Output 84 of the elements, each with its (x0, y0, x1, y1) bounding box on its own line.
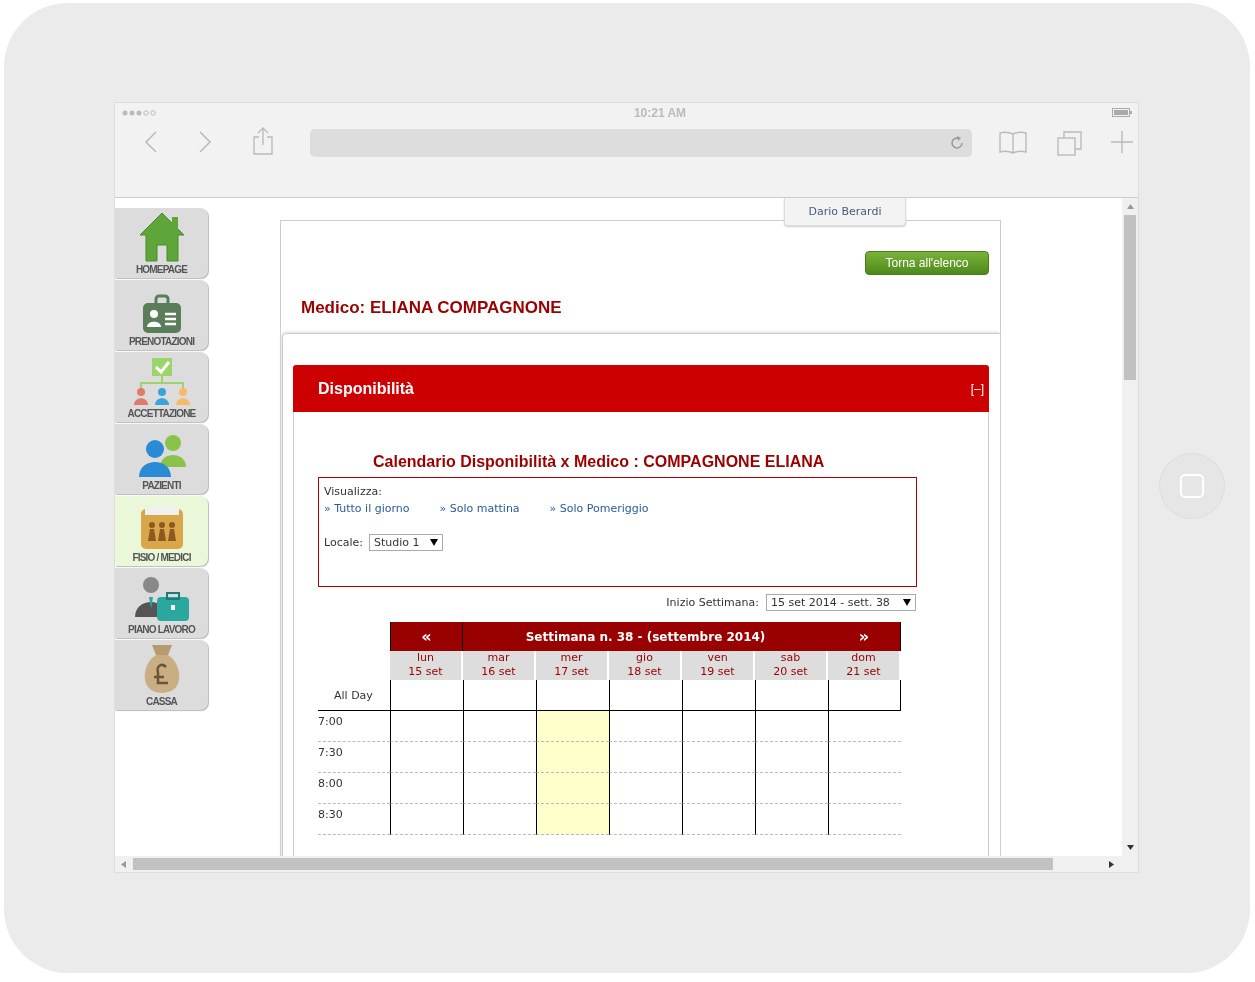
view-option-link[interactable]: » Tutto il giorno (324, 502, 410, 515)
share-icon[interactable] (252, 126, 274, 155)
time-label: 8:30 (318, 804, 390, 835)
sidebar-item[interactable]: FISIO / MEDICI (115, 496, 208, 566)
time-slot-cell[interactable] (682, 711, 755, 742)
user-tab[interactable]: Dario Berardi (784, 198, 906, 226)
battery-icon (1112, 108, 1132, 118)
time-label: 7:30 (318, 742, 390, 773)
day-header: mer 17 set (536, 651, 609, 680)
time-slot-cell[interactable] (536, 742, 609, 773)
person-briefcase-icon (132, 575, 191, 623)
time-slot-cell[interactable] (682, 804, 755, 835)
time-slot-cell[interactable] (755, 711, 828, 742)
house-icon (137, 211, 186, 263)
scroll-left-icon[interactable] (121, 860, 126, 868)
time-slot-cell[interactable] (609, 711, 682, 742)
view-option-link[interactable]: » Solo Pomeriggio (549, 502, 649, 515)
vertical-scrollbar[interactable] (1122, 198, 1138, 856)
time-slot-cell[interactable] (536, 804, 609, 835)
week-start-label: Inizio Settimana: (666, 596, 759, 609)
scroll-thumb[interactable] (133, 858, 1053, 870)
week-title: Settimana n. 38 - (settembre 2014) (463, 622, 828, 651)
time-slot-cell[interactable] (828, 711, 901, 742)
panel-title: Disponibilità (318, 379, 414, 398)
time-slot-cell[interactable] (828, 742, 901, 773)
locale-dropdown[interactable]: Studio 1 (369, 534, 443, 551)
plus-icon[interactable] (1111, 130, 1133, 153)
folder-people-icon (138, 505, 185, 551)
time-slot-cell[interactable] (609, 804, 682, 835)
time-label: 8:00 (318, 773, 390, 804)
sidebar-item[interactable]: HOMEPAGE (115, 208, 208, 278)
time-slot-cell[interactable] (828, 773, 901, 804)
previous-week-button[interactable]: « (390, 622, 463, 651)
time-slot-cell[interactable] (390, 742, 463, 773)
day-header: lun 15 set (390, 651, 463, 680)
scroll-thumb[interactable] (1124, 215, 1136, 380)
scroll-down-icon[interactable] (1126, 845, 1134, 850)
calendar-title: Calendario Disponibilità x Medico : COMPAGNONE ELIANA (372, 453, 826, 472)
next-week-button[interactable]: » (828, 622, 901, 651)
forward-icon[interactable] (198, 130, 212, 153)
day-header: ven 19 set (682, 651, 755, 680)
time-slot-cell[interactable] (390, 773, 463, 804)
collapse-toggle[interactable]: [–] (970, 381, 984, 396)
week-start-dropdown[interactable]: 15 set 2014 - sett. 38 (766, 594, 916, 611)
sidebar-item[interactable]: PAZIENTI (115, 424, 208, 494)
dropdown-caret-icon (903, 599, 911, 606)
people-icon (137, 433, 186, 479)
signal-icon (122, 109, 156, 116)
day-header: gio 18 set (609, 651, 682, 680)
doctor-title: Medico: ELIANA COMPAGNONE (300, 297, 563, 319)
day-header: mar 16 set (463, 651, 536, 680)
view-option-link[interactable]: » Solo mattina (439, 502, 520, 515)
sidebar-item[interactable]: PRENOTAZIONI (115, 280, 208, 350)
filter-label: Visualizza: (324, 485, 383, 498)
back-icon[interactable] (144, 130, 158, 153)
address-bar[interactable] (310, 128, 972, 157)
reload-icon[interactable] (949, 134, 965, 151)
time-slot-cell[interactable] (609, 742, 682, 773)
time-slot-cell[interactable] (755, 773, 828, 804)
scroll-right-icon[interactable] (1109, 860, 1114, 868)
time-slot-cell[interactable] (682, 773, 755, 804)
locale-label: Locale: (324, 536, 363, 549)
sidebar-item[interactable]: CASSA (115, 640, 208, 710)
time-slot-cell[interactable] (828, 804, 901, 835)
time-slot-cell[interactable] (609, 773, 682, 804)
time-slot-cell[interactable] (390, 804, 463, 835)
horizontal-scrollbar[interactable] (115, 856, 1138, 872)
scroll-up-icon[interactable] (1126, 204, 1134, 209)
time-slot-cell[interactable] (682, 742, 755, 773)
time-slot-cell[interactable] (390, 711, 463, 742)
tabs-icon[interactable] (1057, 130, 1083, 157)
time-slot-cell[interactable] (536, 711, 609, 742)
day-header: sab 20 set (755, 651, 828, 680)
id-card-icon (140, 293, 183, 335)
day-header: dom 21 set (828, 651, 901, 680)
sidebar-item[interactable]: ACCETTAZIONE (115, 352, 208, 422)
time-slot-cell[interactable] (536, 773, 609, 804)
time-slot-cell[interactable] (755, 804, 828, 835)
time-label: 7:00 (318, 711, 390, 742)
time-slot-cell[interactable] (755, 742, 828, 773)
sidebar-item[interactable]: PIANO LAVORO (115, 568, 208, 638)
book-icon[interactable] (999, 130, 1027, 155)
dropdown-caret-icon (429, 539, 438, 546)
all-day-label: All Day (318, 680, 390, 711)
